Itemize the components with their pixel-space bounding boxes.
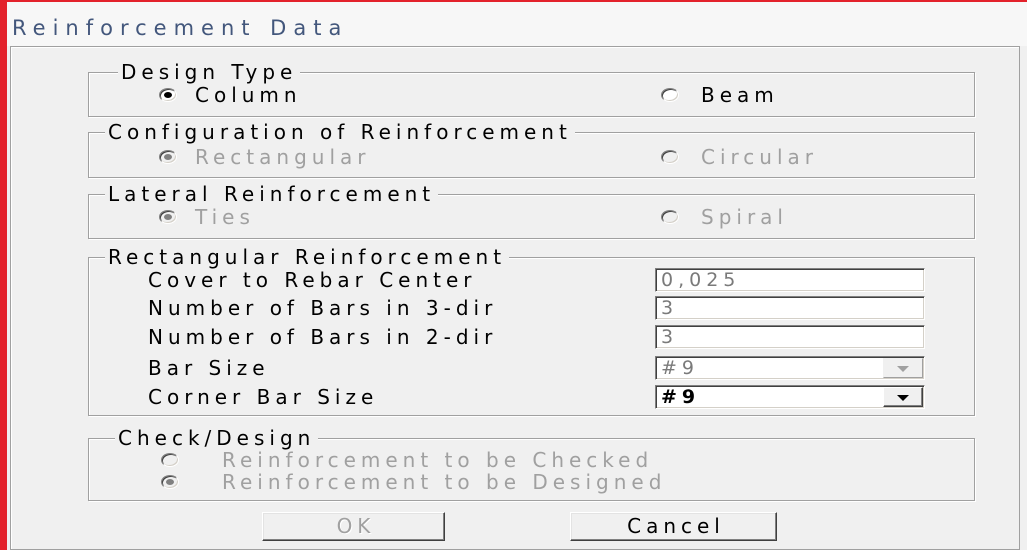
radio-button-icon (661, 88, 679, 102)
radio-button-icon (159, 150, 177, 164)
radio-button-icon (661, 210, 679, 224)
radio-circular[interactable]: Circular (661, 146, 1027, 168)
configuration-group-label: Configuration of Reinforcement (105, 121, 575, 143)
radio-ties-label: Ties (195, 205, 255, 229)
title-bar[interactable]: Reinforcement Data (7, 2, 1027, 46)
radio-rectangular-label: Rectangular (195, 145, 371, 169)
check-design-group-label: Check/Design (115, 427, 319, 449)
bars-2dir-value: 3 (661, 326, 679, 348)
bar-size-value: #9 (661, 357, 700, 379)
bars-3dir-value: 3 (661, 297, 679, 319)
radio-beam[interactable]: Beam (661, 84, 1027, 106)
bars-2dir-field[interactable]: 3 (655, 325, 925, 349)
cover-value: 0,025 (661, 269, 741, 291)
radio-button-icon (661, 150, 679, 164)
rectangular-reinforcement-group-label: Rectangular Reinforcement (105, 246, 510, 268)
ok-button[interactable]: OK (262, 512, 445, 541)
chevron-down-icon[interactable] (883, 358, 923, 378)
rectangular-reinforcement-group: Rectangular Reinforcement Cover to Rebar… (88, 246, 975, 416)
radio-beam-label: Beam (701, 83, 779, 107)
bars-3dir-field[interactable]: 3 (655, 296, 925, 320)
radio-rectangular[interactable]: Rectangular (159, 146, 679, 168)
radio-button-icon (159, 210, 177, 224)
radio-button-icon (161, 475, 179, 489)
radio-column-label: Column (195, 83, 302, 107)
bar-size-label: Bar Size (148, 356, 270, 380)
chevron-down-icon[interactable] (883, 387, 923, 407)
bar-size-dropdown[interactable]: #9 (655, 356, 925, 380)
radio-button-icon (159, 88, 177, 102)
dialog-title: Reinforcement Data (12, 16, 349, 40)
corner-bar-size-value: #9 (661, 386, 701, 408)
radio-spiral[interactable]: Spiral (661, 206, 1027, 228)
cancel-button[interactable]: Cancel (570, 512, 777, 541)
radio-column[interactable]: Column (159, 84, 679, 106)
radio-reinforcement-designed-label: Reinforcement to be Designed (222, 470, 667, 494)
lateral-reinforcement-group-label: Lateral Reinforcement (105, 183, 439, 205)
radio-spiral-label: Spiral (701, 205, 788, 229)
reinforcement-data-dialog: Reinforcement Data Design Type Column Be… (0, 0, 1027, 550)
radio-button-icon (161, 453, 179, 467)
design-type-group-label: Design Type (118, 61, 301, 83)
window-frame-left (0, 0, 7, 550)
bars-3dir-label: Number of Bars in 3-dir (148, 296, 498, 320)
radio-ties[interactable]: Ties (159, 206, 679, 228)
check-design-group: Check/Design Reinforcement to be Checked… (88, 427, 975, 501)
cover-field[interactable]: 0,025 (655, 268, 925, 292)
design-type-group: Design Type Column Beam (88, 61, 975, 117)
dialog-body: Design Type Column Beam Configuration of… (10, 46, 1020, 550)
radio-reinforcement-checked[interactable]: Reinforcement to be Checked (161, 449, 681, 471)
lateral-reinforcement-group: Lateral Reinforcement Ties Spiral (88, 183, 975, 239)
radio-reinforcement-checked-label: Reinforcement to be Checked (222, 448, 654, 472)
cover-label: Cover to Rebar Center (148, 268, 477, 292)
bars-2dir-label: Number of Bars in 2-dir (148, 325, 498, 349)
radio-reinforcement-designed[interactable]: Reinforcement to be Designed (161, 471, 681, 493)
configuration-group: Configuration of Reinforcement Rectangul… (88, 121, 975, 178)
radio-circular-label: Circular (701, 145, 819, 169)
corner-bar-size-label: Corner Bar Size (148, 385, 379, 409)
corner-bar-size-dropdown[interactable]: #9 (655, 385, 925, 409)
